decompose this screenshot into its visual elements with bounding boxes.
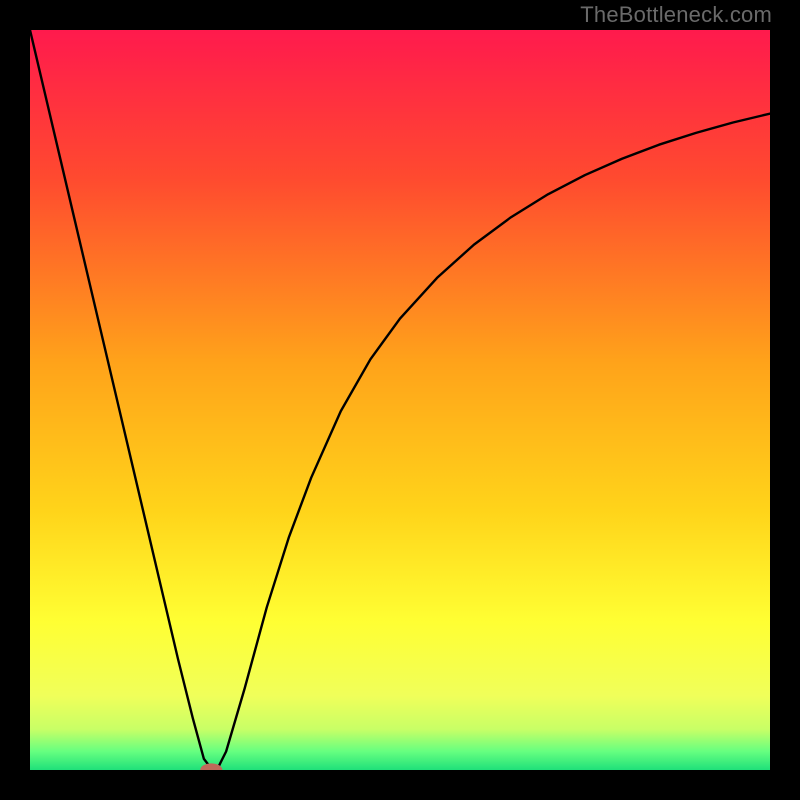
gradient-background bbox=[30, 30, 770, 770]
watermark-label: TheBottleneck.com bbox=[580, 2, 772, 28]
chart-frame: TheBottleneck.com bbox=[0, 0, 800, 800]
plot-svg bbox=[30, 30, 770, 770]
plot-area bbox=[30, 30, 770, 770]
